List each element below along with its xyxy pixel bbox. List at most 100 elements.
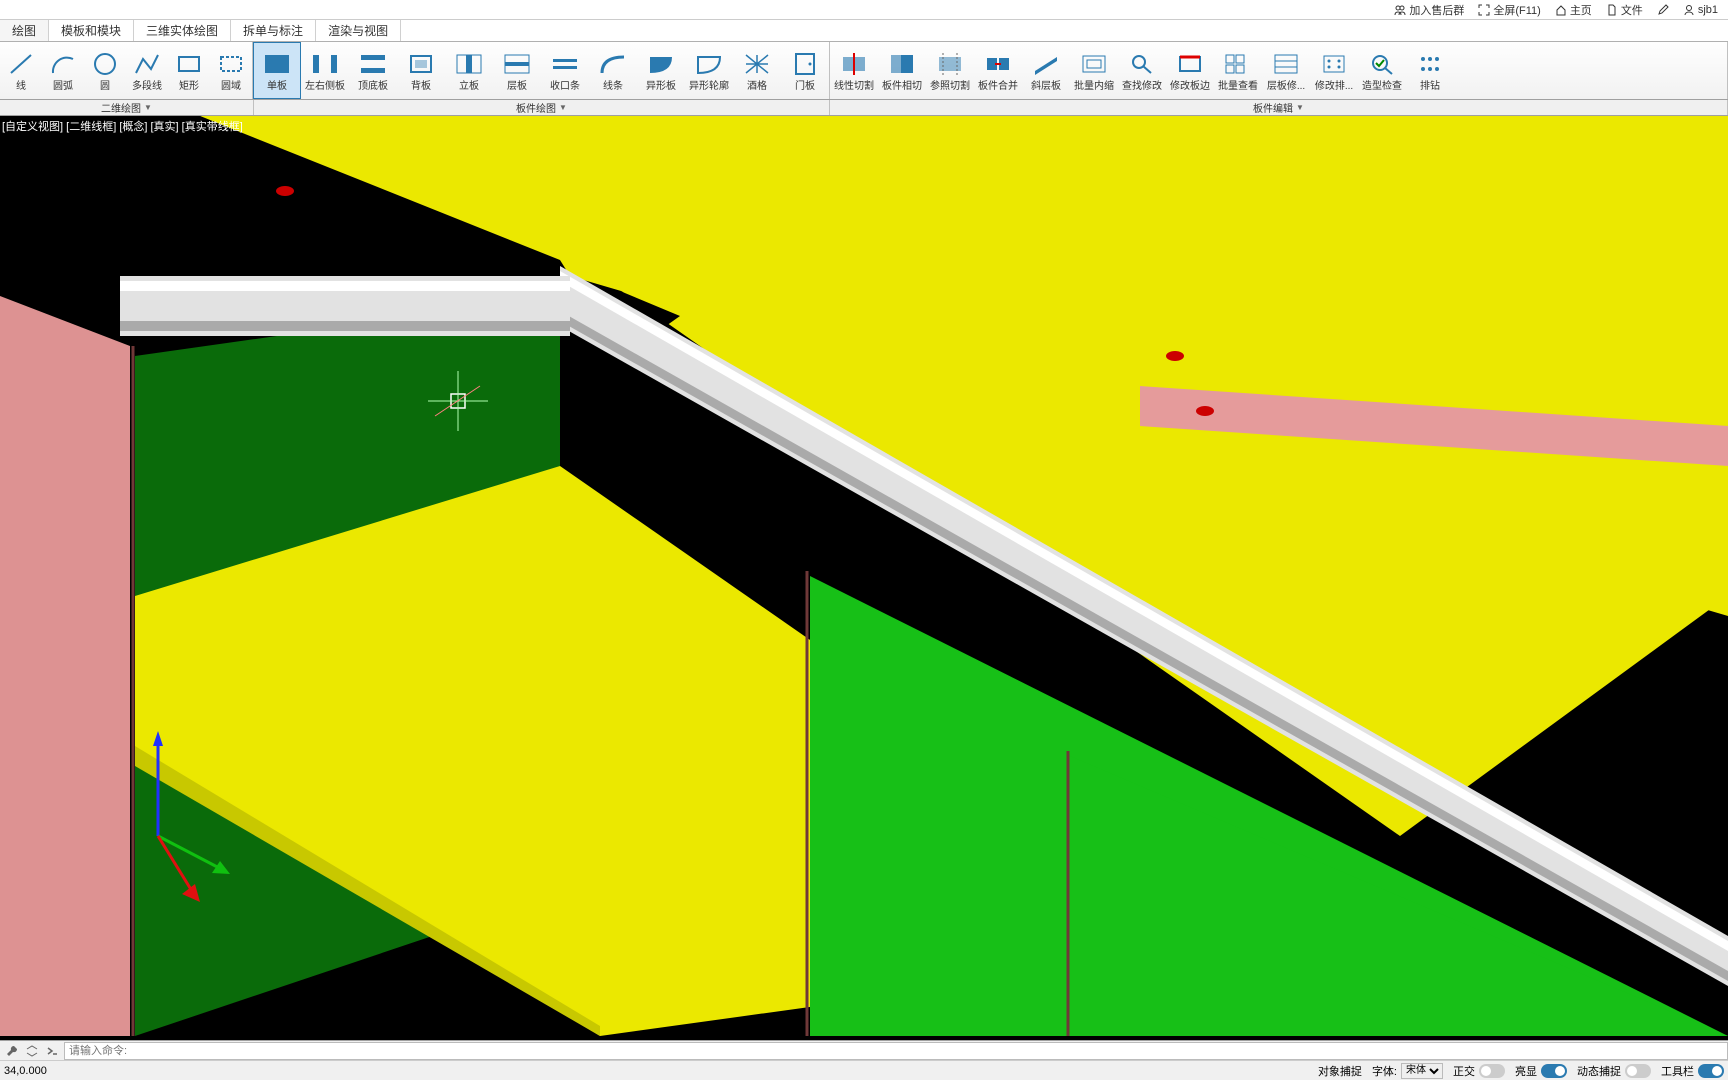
tab-template[interactable]: 模板和模块 xyxy=(49,20,134,41)
batch-inset-button[interactable]: 批量内缩 xyxy=(1070,42,1118,99)
wrench-icon[interactable] xyxy=(4,1043,20,1059)
command-row xyxy=(0,1040,1728,1060)
tab-split[interactable]: 拆单与标注 xyxy=(231,20,316,41)
region-button[interactable]: 圆域 xyxy=(210,42,252,99)
find-edit-button[interactable]: 查找修改 xyxy=(1118,42,1166,99)
drill-edit-icon xyxy=(1317,49,1351,79)
file-button[interactable]: 文件 xyxy=(1600,1,1649,19)
ortho-item[interactable]: 正交 xyxy=(1453,1063,1505,1079)
tab-row: 绘图 模板和模块 三维实体绘图 拆单与标注 渲染与视图 xyxy=(0,20,1728,42)
panel-merge-button[interactable]: 板件合并 xyxy=(974,42,1022,99)
panel-title-2d[interactable]: 二维绘图▼ xyxy=(0,100,254,115)
irregular-outline-icon xyxy=(692,49,726,79)
viewport[interactable]: [自定义视图] [二维线框] [概念] [真实] [真实带线框] xyxy=(0,116,1728,1040)
edge-edit-button[interactable]: 修改板边 xyxy=(1166,42,1214,99)
side-panel-button[interactable]: 左右侧板 xyxy=(301,42,349,99)
user-button[interactable]: sjb1 xyxy=(1677,1,1724,19)
shelf-edit-button[interactable]: 层板修... xyxy=(1262,42,1310,99)
fullscreen-icon xyxy=(1478,4,1490,16)
topbot-panel-button[interactable]: 顶底板 xyxy=(349,42,397,99)
shape-check-button[interactable]: 造型检查 xyxy=(1358,42,1406,99)
edit-button[interactable] xyxy=(1651,1,1675,19)
ribbon-group-panels: 单板 左右侧板 顶底板 背板 立板 层板 收口条 线条 xyxy=(253,42,830,99)
panel-title-label: 板件编辑 xyxy=(1253,100,1293,115)
panel-merge-icon xyxy=(981,49,1015,79)
back-panel-icon xyxy=(404,49,438,79)
toolbar-item[interactable]: 工具栏 xyxy=(1661,1063,1724,1079)
cmd-icons xyxy=(0,1043,64,1059)
ribbon-label: 顶底板 xyxy=(358,81,388,92)
ribbon-label: 修改板边 xyxy=(1170,81,1210,92)
batch-view-button[interactable]: 批量查看 xyxy=(1214,42,1262,99)
ribbon-label: 单板 xyxy=(267,81,287,92)
home-button[interactable]: 主页 xyxy=(1549,1,1598,19)
ribbon-label: 斜层板 xyxy=(1031,81,1061,92)
side-panel-icon xyxy=(308,49,342,79)
fullscreen-label: 全屏(F11) xyxy=(1493,2,1540,18)
ribbon-label: 批量查看 xyxy=(1218,81,1258,92)
batch-inset-icon xyxy=(1077,49,1111,79)
group-icon xyxy=(1394,4,1406,16)
irregular-panel-button[interactable]: 异形板 xyxy=(637,42,685,99)
home-label: 主页 xyxy=(1570,2,1592,18)
slant-shelf-button[interactable]: 斜层板 xyxy=(1022,42,1070,99)
shelf-panel-icon xyxy=(500,49,534,79)
snap-toggle[interactable]: 对象捕捉 xyxy=(1318,1063,1362,1079)
ribbon-label: 背板 xyxy=(411,81,431,92)
expand-icon[interactable] xyxy=(24,1043,40,1059)
polyline-button[interactable]: 多段线 xyxy=(126,42,168,99)
topbot-panel-icon xyxy=(356,49,390,79)
arc-button[interactable]: 圆弧 xyxy=(42,42,84,99)
panel-tangent-button[interactable]: 板件相切 xyxy=(878,42,926,99)
single-panel-button[interactable]: 单板 xyxy=(253,42,301,99)
chevron-down-icon: ▼ xyxy=(144,103,152,112)
panel-tangent-icon xyxy=(885,49,919,79)
highlight-toggle[interactable] xyxy=(1541,1064,1567,1078)
tab-render[interactable]: 渲染与视图 xyxy=(316,20,401,41)
prompt-icon[interactable] xyxy=(44,1043,60,1059)
wine-rack-button[interactable]: 酒格 xyxy=(733,42,781,99)
irregular-outline-button[interactable]: 异形轮廓 xyxy=(685,42,733,99)
tab-label: 渲染与视图 xyxy=(328,22,388,39)
highlight-item[interactable]: 亮显 xyxy=(1515,1063,1567,1079)
fullscreen-button[interactable]: 全屏(F11) xyxy=(1472,1,1546,19)
ribbon-label: 收口条 xyxy=(550,81,580,92)
tab-3d[interactable]: 三维实体绘图 xyxy=(134,20,231,41)
ortho-toggle[interactable] xyxy=(1479,1064,1505,1078)
viewport-label[interactable]: [自定义视图] [二维线框] [概念] [真实] [真实带线框] xyxy=(2,118,243,134)
dyncatch-item[interactable]: 动态捕捉 xyxy=(1577,1063,1651,1079)
panel-title-edit[interactable]: 板件编辑▼ xyxy=(830,100,1728,115)
ref-cut-button[interactable]: 参照切割 xyxy=(926,42,974,99)
chevron-down-icon: ▼ xyxy=(1296,103,1304,112)
door-panel-icon xyxy=(788,49,822,79)
ribbon-label: 板件合并 xyxy=(978,81,1018,92)
shelf-panel-button[interactable]: 层板 xyxy=(493,42,541,99)
linear-cut-button[interactable]: 线性切割 xyxy=(830,42,878,99)
home-icon xyxy=(1555,4,1567,16)
trim-strip-button[interactable]: 收口条 xyxy=(541,42,589,99)
ribbon-label: 修改排... xyxy=(1315,81,1353,92)
join-group-button[interactable]: 加入售后群 xyxy=(1388,1,1470,19)
dyncatch-toggle[interactable] xyxy=(1625,1064,1651,1078)
rect-button[interactable]: 矩形 xyxy=(168,42,210,99)
irregular-panel-icon xyxy=(644,49,678,79)
panel-title-panels[interactable]: 板件绘图▼ xyxy=(254,100,830,115)
circle-button[interactable]: 圆 xyxy=(84,42,126,99)
arc-icon xyxy=(46,49,80,79)
toolbar-toggle[interactable] xyxy=(1698,1064,1724,1078)
ribbon-label: 异形轮廓 xyxy=(689,81,729,92)
drill-arrange-icon xyxy=(1413,49,1447,79)
tab-draw[interactable]: 绘图 xyxy=(0,20,49,41)
font-select[interactable]: 宋体 xyxy=(1401,1063,1443,1079)
command-input[interactable] xyxy=(64,1042,1728,1060)
drill-arrange-button[interactable]: 排钻 xyxy=(1406,42,1454,99)
drill-edit-button[interactable]: 修改排... xyxy=(1310,42,1358,99)
tab-label: 三维实体绘图 xyxy=(146,22,218,39)
back-panel-button[interactable]: 背板 xyxy=(397,42,445,99)
molding-button[interactable]: 线条 xyxy=(589,42,637,99)
door-panel-button[interactable]: 门板 xyxy=(781,42,829,99)
slant-shelf-icon xyxy=(1029,49,1063,79)
vertical-panel-button[interactable]: 立板 xyxy=(445,42,493,99)
line-button[interactable]: 线 xyxy=(0,42,42,99)
user-icon xyxy=(1683,4,1695,16)
